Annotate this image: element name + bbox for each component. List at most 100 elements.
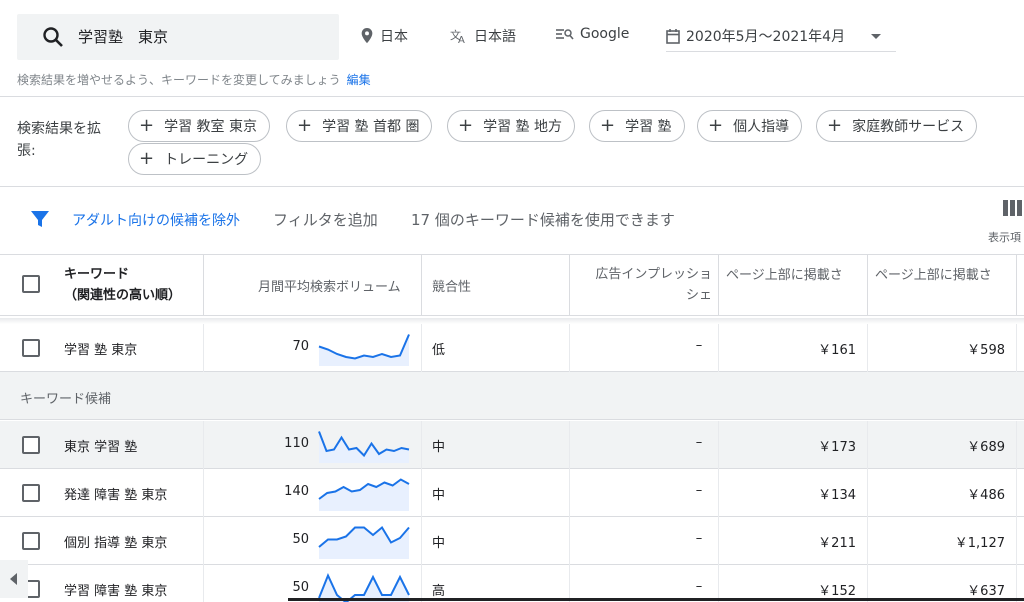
- header-top-bid-high[interactable]: ページ上部に掲載さ: [875, 264, 1015, 324]
- table-row[interactable]: 学習 塾 東京 70 低 – ￥161 ￥598: [0, 324, 1024, 372]
- expand-chip[interactable]: + 学習 塾: [589, 110, 685, 142]
- search-query[interactable]: 学習塾 東京: [78, 26, 168, 47]
- column-divider: [1016, 255, 1017, 315]
- expand-chip[interactable]: + 個人指導: [697, 110, 803, 142]
- search-network-icon: [556, 29, 574, 40]
- network-selector[interactable]: Google: [556, 26, 629, 42]
- row-impression-share: –: [695, 579, 703, 594]
- cell-divider: [867, 324, 868, 372]
- table-row[interactable]: 個別 指導 塾 東京 50 中 – ￥211 ￥1,127: [0, 517, 1024, 565]
- cell-divider: [421, 421, 422, 469]
- chip-label: 学習 塾: [625, 119, 672, 135]
- dropdown-arrow-icon: [871, 34, 882, 39]
- plus-icon: +: [600, 115, 616, 136]
- chevron-left-icon: [10, 573, 17, 585]
- sparkline-area: [319, 527, 409, 559]
- row-volume: 140: [284, 484, 309, 499]
- location-selector[interactable]: 日本: [360, 26, 408, 46]
- row-checkbox[interactable]: [22, 339, 40, 357]
- edit-link[interactable]: 編集: [347, 73, 371, 87]
- cell-divider: [1016, 517, 1017, 565]
- plus-icon: +: [708, 115, 724, 136]
- scroll-left-button[interactable]: [0, 560, 28, 598]
- row-top-bid-high: ￥486: [967, 488, 1005, 503]
- trend-sparkline: [318, 478, 410, 511]
- header-impression-line1: 広告インプレッショ: [595, 267, 712, 282]
- table-row[interactable]: 発達 障害 塾 東京 140 中 – ￥134 ￥486: [0, 469, 1024, 517]
- header-impression-share[interactable]: 広告インプレッショ シェ: [574, 264, 712, 324]
- row-checkbox[interactable]: [22, 484, 40, 502]
- cell-divider: [718, 565, 719, 602]
- row-checkbox[interactable]: [22, 532, 40, 550]
- top-bar: 学習塾 東京 日本 文A 日本語 Google 2020年5月～2021年4月: [0, 0, 1024, 70]
- row-volume: 50: [292, 532, 309, 547]
- column-divider: [203, 255, 204, 315]
- row-top-bid-high: ￥598: [967, 343, 1005, 358]
- cell-divider: [421, 517, 422, 565]
- cell-divider: [569, 469, 570, 517]
- chip-label: 家庭教師サービス: [852, 119, 965, 135]
- header-top-bid-low[interactable]: ページ上部に掲載さ: [726, 264, 862, 324]
- cell-divider: [569, 324, 570, 372]
- filter-icon[interactable]: [30, 209, 50, 229]
- columns-icon[interactable]: [1003, 200, 1023, 216]
- row-impression-share: –: [695, 435, 703, 450]
- keyword-search-box[interactable]: 学習塾 東京: [17, 14, 339, 60]
- cell-divider: [867, 517, 868, 565]
- plus-icon: +: [139, 148, 155, 169]
- plus-icon: +: [458, 115, 474, 136]
- chip-label: トレーニング: [164, 152, 249, 168]
- svg-text:A: A: [458, 35, 465, 44]
- cell-divider: [569, 517, 570, 565]
- expand-results-label: 検索結果を拡張:: [17, 121, 101, 159]
- header-impression-line2: シェ: [685, 288, 712, 303]
- row-keyword: 学習 塾 東京: [64, 343, 138, 358]
- search-icon: [43, 27, 63, 47]
- expand-chip[interactable]: + 学習 塾 地方: [447, 110, 575, 142]
- row-checkbox[interactable]: [22, 436, 40, 454]
- cell-divider: [1016, 421, 1017, 469]
- section-keyword-ideas: キーワード候補: [0, 372, 1024, 420]
- table-row[interactable]: 東京 学習 塾 110 中 – ￥173 ￥689: [0, 421, 1024, 469]
- plus-icon: +: [827, 115, 843, 136]
- row-competition: 中: [432, 440, 446, 455]
- expand-chip[interactable]: + 学習 塾 首都 圏: [286, 110, 433, 142]
- select-all-checkbox[interactable]: [22, 275, 40, 293]
- cell-divider: [569, 421, 570, 469]
- trend-sparkline: [318, 334, 410, 366]
- cell-divider: [421, 565, 422, 602]
- expand-chip[interactable]: + トレーニング: [128, 143, 262, 175]
- cell-divider: [203, 421, 204, 469]
- header-keyword[interactable]: キーワード （関連性の高い順）: [64, 264, 181, 324]
- add-filter-button[interactable]: フィルタを追加: [273, 209, 378, 230]
- cell-divider: [867, 421, 868, 469]
- row-top-bid-high: ￥637: [967, 584, 1005, 599]
- language-selector[interactable]: 文A 日本語: [450, 26, 516, 46]
- table-row[interactable]: 学習 障害 塾 東京 50 高 – ￥152 ￥637: [0, 565, 1024, 602]
- cell-divider: [569, 565, 570, 602]
- plus-icon: +: [297, 115, 313, 136]
- trend-sparkline: [318, 525, 410, 559]
- sparkline-area: [319, 431, 409, 463]
- cell-divider: [1016, 324, 1017, 372]
- row-volume: 50: [292, 580, 309, 595]
- location-pin-icon: [361, 28, 373, 44]
- cell-divider: [867, 469, 868, 517]
- adult-filter-chip[interactable]: アダルト向けの候補を除外: [72, 210, 240, 230]
- cell-divider: [421, 324, 422, 372]
- expand-chip[interactable]: + 家庭教師サービス: [816, 110, 978, 142]
- cell-divider: [203, 517, 204, 565]
- row-keyword: 個別 指導 塾 東京: [64, 536, 168, 551]
- row-top-bid-high: ￥689: [967, 440, 1005, 455]
- column-divider: [867, 255, 868, 315]
- row-competition: 中: [432, 488, 446, 503]
- keyword-count: 17 個のキーワード候補を使用できます: [411, 211, 675, 229]
- suggestion-text: 検索結果を増やせるよう、キーワードを変更してみましょう 編集: [17, 71, 371, 88]
- expand-chip[interactable]: + 学習 教室 東京: [128, 110, 270, 142]
- row-competition: 高: [432, 584, 446, 599]
- date-range-selector[interactable]: 2020年5月～2021年4月: [666, 26, 883, 46]
- horizontal-scrollbar[interactable]: [288, 598, 1024, 601]
- columns-label[interactable]: 表示項: [988, 229, 1021, 245]
- row-impression-share: –: [695, 338, 703, 353]
- row-volume: 70: [292, 339, 309, 354]
